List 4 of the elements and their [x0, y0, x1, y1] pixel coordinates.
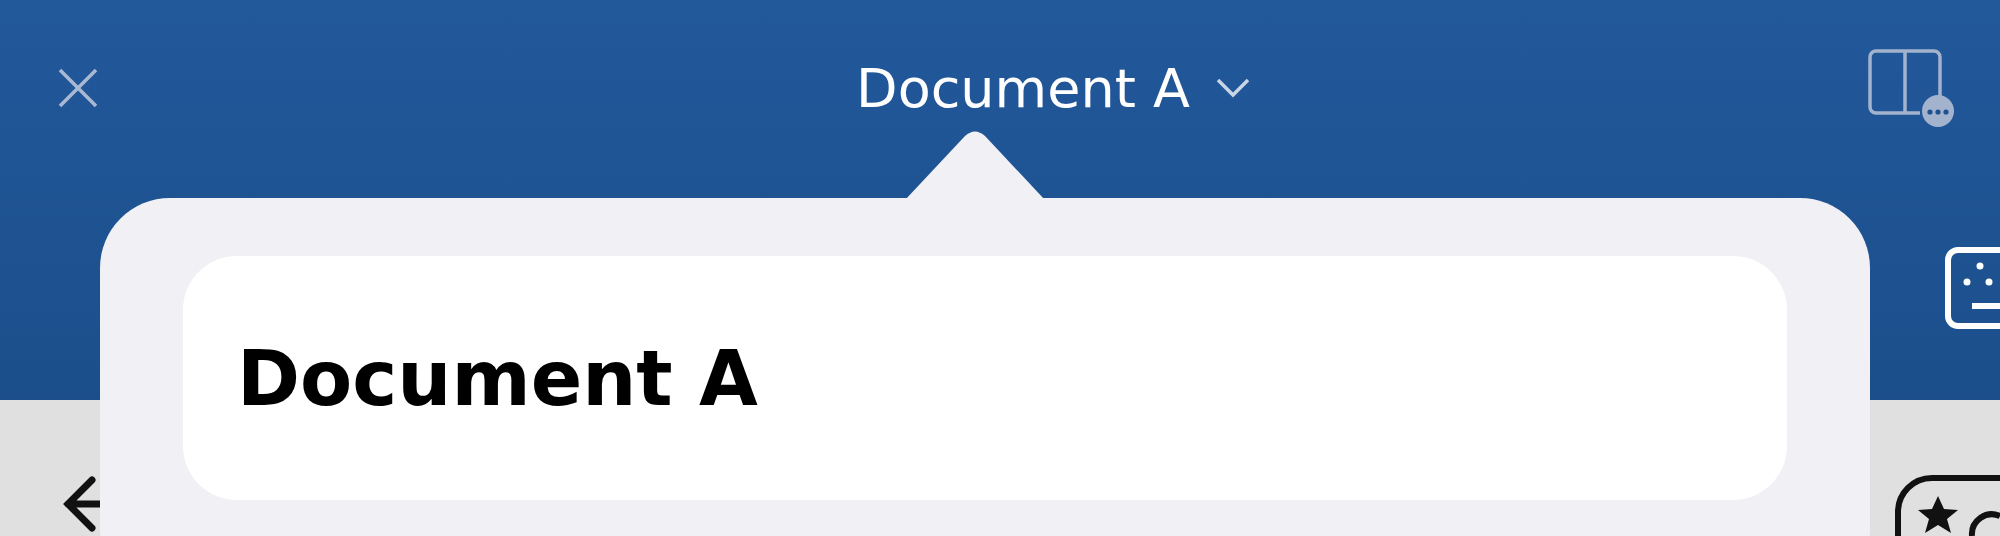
document-title-button[interactable]: Document A: [856, 47, 1250, 129]
chevron-down-icon: [1215, 78, 1250, 98]
document-name-field[interactable]: Document A: [183, 256, 1787, 500]
keyboard-icon[interactable]: [1944, 246, 2000, 330]
